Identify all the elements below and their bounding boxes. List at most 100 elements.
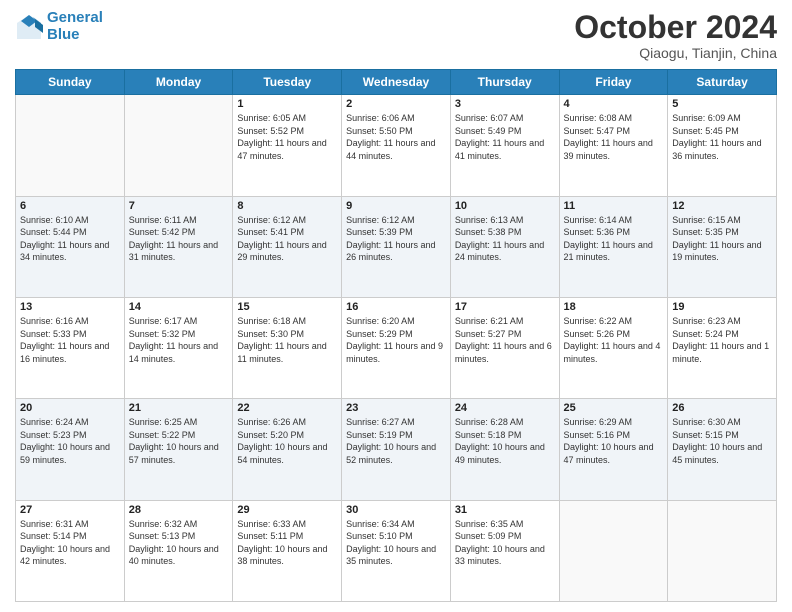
day-number: 12 [672,200,772,212]
day-number: 22 [237,402,337,414]
day-info: Sunrise: 6:27 AM Sunset: 5:19 PM Dayligh… [346,416,446,466]
title-block: October 2024 Qiaogu, Tianjin, China [574,10,777,61]
calendar-cell: 2 Sunrise: 6:06 AM Sunset: 5:50 PM Daylig… [342,95,451,196]
day-info: Sunrise: 6:34 AM Sunset: 5:10 PM Dayligh… [346,518,446,568]
day-number: 24 [455,402,555,414]
calendar-table: SundayMondayTuesdayWednesdayThursdayFrid… [15,69,777,602]
calendar-cell: 9 Sunrise: 6:12 AM Sunset: 5:39 PM Daylig… [342,196,451,297]
day-header-wednesday: Wednesday [342,70,451,95]
day-info: Sunrise: 6:14 AM Sunset: 5:36 PM Dayligh… [564,214,664,264]
day-number: 29 [237,504,337,516]
day-info: Sunrise: 6:12 AM Sunset: 5:39 PM Dayligh… [346,214,446,264]
page: General Blue October 2024 Qiaogu, Tianji… [0,0,792,612]
day-header-thursday: Thursday [450,70,559,95]
day-info: Sunrise: 6:06 AM Sunset: 5:50 PM Dayligh… [346,112,446,162]
calendar-week-row: 27 Sunrise: 6:31 AM Sunset: 5:14 PM Dayli… [16,500,777,601]
day-info: Sunrise: 6:09 AM Sunset: 5:45 PM Dayligh… [672,112,772,162]
day-info: Sunrise: 6:15 AM Sunset: 5:35 PM Dayligh… [672,214,772,264]
day-number: 8 [237,200,337,212]
day-header-sunday: Sunday [16,70,125,95]
day-header-friday: Friday [559,70,668,95]
calendar-cell [16,95,125,196]
day-number: 25 [564,402,664,414]
day-number: 9 [346,200,446,212]
day-number: 14 [129,301,229,313]
calendar-cell: 12 Sunrise: 6:15 AM Sunset: 5:35 PM Dayli… [668,196,777,297]
calendar-cell: 21 Sunrise: 6:25 AM Sunset: 5:22 PM Dayli… [124,399,233,500]
day-info: Sunrise: 6:05 AM Sunset: 5:52 PM Dayligh… [237,112,337,162]
day-info: Sunrise: 6:08 AM Sunset: 5:47 PM Dayligh… [564,112,664,162]
calendar-cell: 16Sunrise: 6:20 AM Sunset: 5:29 PM Dayli… [342,297,451,398]
calendar-cell: 27 Sunrise: 6:31 AM Sunset: 5:14 PM Dayli… [16,500,125,601]
day-info: Sunrise: 6:16 AM Sunset: 5:33 PM Dayligh… [20,315,120,365]
calendar-cell: 7 Sunrise: 6:11 AM Sunset: 5:42 PM Daylig… [124,196,233,297]
day-info: Sunrise: 6:12 AM Sunset: 5:41 PM Dayligh… [237,214,337,264]
day-info: Sunrise: 6:25 AM Sunset: 5:22 PM Dayligh… [129,416,229,466]
day-number: 7 [129,200,229,212]
day-number: 18 [564,301,664,313]
calendar-cell [668,500,777,601]
day-number: 30 [346,504,446,516]
calendar-cell: 1 Sunrise: 6:05 AM Sunset: 5:52 PM Daylig… [233,95,342,196]
day-number: 2 [346,98,446,110]
calendar-cell: 18 Sunrise: 6:22 AM Sunset: 5:26 PM Dayli… [559,297,668,398]
calendar-cell: 14 Sunrise: 6:17 AM Sunset: 5:32 PM Dayli… [124,297,233,398]
logo-text: General Blue [47,10,103,43]
calendar-cell: 6Sunrise: 6:10 AM Sunset: 5:44 PM Daylig… [16,196,125,297]
calendar-cell: 13Sunrise: 6:16 AM Sunset: 5:33 PM Dayli… [16,297,125,398]
calendar-week-row: 13Sunrise: 6:16 AM Sunset: 5:33 PM Dayli… [16,297,777,398]
logo-line1: General [47,9,103,26]
calendar-cell: 30 Sunrise: 6:34 AM Sunset: 5:10 PM Dayli… [342,500,451,601]
calendar-cell: 23 Sunrise: 6:27 AM Sunset: 5:19 PM Dayli… [342,399,451,500]
calendar-cell: 8 Sunrise: 6:12 AM Sunset: 5:41 PM Daylig… [233,196,342,297]
calendar-cell: 4 Sunrise: 6:08 AM Sunset: 5:47 PM Daylig… [559,95,668,196]
day-info: Sunrise: 6:26 AM Sunset: 5:20 PM Dayligh… [237,416,337,466]
logo: General Blue [15,10,103,43]
calendar-cell: 20 Sunrise: 6:24 AM Sunset: 5:23 PM Dayli… [16,399,125,500]
day-info: Sunrise: 6:23 AM Sunset: 5:24 PM Dayligh… [672,315,772,365]
day-info: Sunrise: 6:22 AM Sunset: 5:26 PM Dayligh… [564,315,664,365]
day-number: 26 [672,402,772,414]
calendar-cell: 17 Sunrise: 6:21 AM Sunset: 5:27 PM Dayli… [450,297,559,398]
day-number: 4 [564,98,664,110]
day-info: Sunrise: 6:21 AM Sunset: 5:27 PM Dayligh… [455,315,555,365]
day-number: 5 [672,98,772,110]
day-info: Sunrise: 6:18 AM Sunset: 5:30 PM Dayligh… [237,315,337,365]
day-info: Sunrise: 6:13 AM Sunset: 5:38 PM Dayligh… [455,214,555,264]
day-number: 19 [672,301,772,313]
day-info: Sunrise: 6:29 AM Sunset: 5:16 PM Dayligh… [564,416,664,466]
day-number: 15 [237,301,337,313]
day-info: Sunrise: 6:17 AM Sunset: 5:32 PM Dayligh… [129,315,229,365]
day-number: 10 [455,200,555,212]
calendar-cell: 29Sunrise: 6:33 AM Sunset: 5:11 PM Dayli… [233,500,342,601]
calendar-cell: 10 Sunrise: 6:13 AM Sunset: 5:38 PM Dayli… [450,196,559,297]
calendar-cell: 5 Sunrise: 6:09 AM Sunset: 5:45 PM Daylig… [668,95,777,196]
month-title: October 2024 [574,10,777,45]
day-number: 21 [129,402,229,414]
calendar-cell: 26Sunrise: 6:30 AM Sunset: 5:15 PM Dayli… [668,399,777,500]
day-number: 28 [129,504,229,516]
day-number: 1 [237,98,337,110]
calendar-week-row: 1 Sunrise: 6:05 AM Sunset: 5:52 PM Daylig… [16,95,777,196]
day-info: Sunrise: 6:31 AM Sunset: 5:14 PM Dayligh… [20,518,120,568]
day-number: 20 [20,402,120,414]
day-number: 23 [346,402,446,414]
day-info: Sunrise: 6:11 AM Sunset: 5:42 PM Dayligh… [129,214,229,264]
location: Qiaogu, Tianjin, China [574,45,777,61]
logo-icon [15,13,43,41]
day-number: 27 [20,504,120,516]
day-info: Sunrise: 6:24 AM Sunset: 5:23 PM Dayligh… [20,416,120,466]
day-info: Sunrise: 6:35 AM Sunset: 5:09 PM Dayligh… [455,518,555,568]
calendar-cell: 24 Sunrise: 6:28 AM Sunset: 5:18 PM Dayli… [450,399,559,500]
day-info: Sunrise: 6:32 AM Sunset: 5:13 PM Dayligh… [129,518,229,568]
day-header-saturday: Saturday [668,70,777,95]
calendar-cell: 11Sunrise: 6:14 AM Sunset: 5:36 PM Dayli… [559,196,668,297]
day-header-monday: Monday [124,70,233,95]
day-number: 17 [455,301,555,313]
calendar-week-row: 20 Sunrise: 6:24 AM Sunset: 5:23 PM Dayli… [16,399,777,500]
day-info: Sunrise: 6:07 AM Sunset: 5:49 PM Dayligh… [455,112,555,162]
calendar-cell: 28 Sunrise: 6:32 AM Sunset: 5:13 PM Dayli… [124,500,233,601]
day-info: Sunrise: 6:20 AM Sunset: 5:29 PM Dayligh… [346,315,446,365]
calendar-cell: 25 Sunrise: 6:29 AM Sunset: 5:16 PM Dayli… [559,399,668,500]
day-info: Sunrise: 6:28 AM Sunset: 5:18 PM Dayligh… [455,416,555,466]
